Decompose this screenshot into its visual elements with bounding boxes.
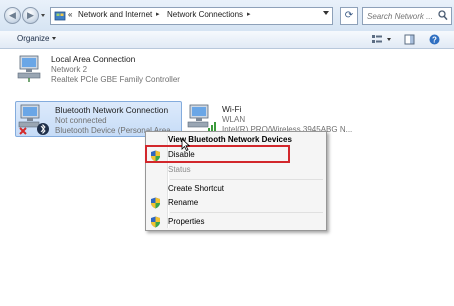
menu-item-properties[interactable]: Properties bbox=[168, 217, 204, 226]
breadcrumb-separator[interactable]: ▸ bbox=[247, 10, 251, 18]
refresh-button[interactable]: ⟳ bbox=[340, 7, 358, 25]
chevron-down-icon bbox=[52, 37, 57, 40]
forward-button[interactable]: ▶ bbox=[22, 7, 39, 24]
uac-shield-icon bbox=[151, 197, 160, 209]
address-dropdown-icon[interactable] bbox=[323, 11, 329, 15]
highlight-box bbox=[145, 145, 290, 163]
connection-status: Not connected bbox=[55, 116, 107, 125]
connection-status: Network 2 bbox=[51, 65, 88, 74]
organize-label: Organize bbox=[17, 34, 50, 43]
organize-button[interactable]: Organize bbox=[17, 34, 57, 43]
connection-name: Bluetooth Network Connection bbox=[55, 105, 169, 115]
svg-text:?: ? bbox=[432, 35, 437, 44]
control-panel-icon bbox=[54, 11, 66, 21]
menu-item-create-shortcut[interactable]: Create Shortcut bbox=[168, 184, 224, 193]
breadcrumb-network-and-internet[interactable]: Network and Internet bbox=[78, 10, 152, 19]
network-adapter-icon bbox=[17, 55, 41, 82]
navigation-bar: ◀ ▶ « Network and Internet ▸ Network Con… bbox=[0, 0, 454, 31]
connection-name: Wi-Fi bbox=[222, 104, 242, 114]
menu-separator bbox=[170, 179, 323, 180]
bluetooth-adapter-icon bbox=[18, 104, 49, 135]
command-toolbar: Organize ? bbox=[0, 31, 454, 49]
refresh-icon: ⟳ bbox=[344, 10, 354, 21]
help-button[interactable]: ? bbox=[429, 34, 440, 45]
change-view-button[interactable] bbox=[371, 34, 393, 45]
chevron-down-icon bbox=[387, 38, 391, 41]
breadcrumb-separator[interactable]: ▸ bbox=[156, 10, 160, 18]
menu-separator bbox=[170, 212, 323, 213]
connection-device: Realtek PCIe GBE Family Controller bbox=[51, 75, 180, 84]
breadcrumb-overflow[interactable]: « bbox=[68, 10, 72, 19]
address-bar[interactable]: « Network and Internet ▸ Network Connect… bbox=[50, 7, 333, 25]
recent-pages-dropdown-icon[interactable] bbox=[41, 14, 45, 17]
menu-item-rename[interactable]: Rename bbox=[168, 198, 198, 207]
connection-name: Local Area Connection bbox=[51, 54, 136, 64]
uac-shield-icon bbox=[151, 216, 160, 228]
wireless-adapter-icon bbox=[187, 104, 216, 132]
breadcrumb-network-connections[interactable]: Network Connections bbox=[167, 10, 243, 19]
search-input[interactable] bbox=[367, 9, 437, 23]
view-options-icon bbox=[372, 35, 382, 43]
search-icon[interactable] bbox=[438, 10, 448, 21]
menu-item-status[interactable]: Status bbox=[168, 165, 191, 174]
preview-pane-icon bbox=[404, 34, 415, 45]
preview-pane-button[interactable] bbox=[404, 34, 415, 45]
help-icon: ? bbox=[429, 34, 440, 45]
mouse-cursor-icon bbox=[181, 138, 190, 151]
search-box[interactable] bbox=[362, 7, 452, 25]
connection-local-area[interactable]: Local Area Connection Network 2 Realtek … bbox=[15, 52, 185, 86]
back-button[interactable]: ◀ bbox=[4, 7, 21, 24]
connection-status: WLAN bbox=[222, 115, 246, 124]
